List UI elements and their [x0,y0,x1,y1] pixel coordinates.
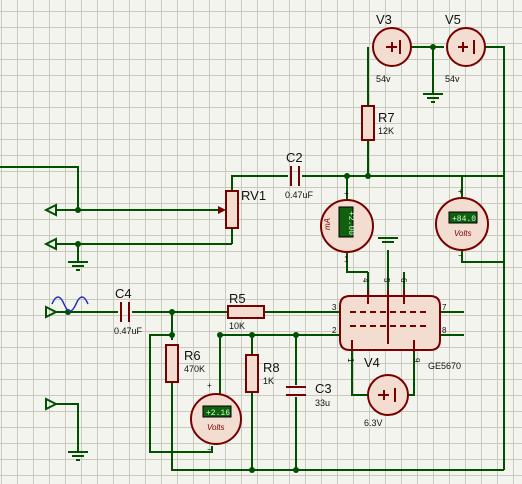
tube-ge5670[interactable]: 3 7 2 8 4 5 6 1 9 GE5670 [332,278,461,371]
v5-value: 54v [445,74,460,84]
source-v3[interactable]: V3 54v [372,12,412,84]
input-terminal-2 [43,237,57,251]
c4-value: 0.47uF [114,326,143,336]
sine-wave-icon [51,296,89,312]
resistor-r5[interactable]: R5 10K [227,291,265,331]
c3-label: C3 [315,381,332,396]
input-terminals[interactable] [43,203,59,411]
potentiometer-rv1[interactable]: RV1 [218,188,266,229]
r5-label: R5 [229,291,246,306]
voltmeter-cathode-minus: − [207,445,212,454]
v3-value: 54v [376,74,391,84]
ammeter-unit: mA [323,218,332,230]
ground-icon [68,451,88,461]
resistor-r7[interactable]: R7 12K [361,105,395,141]
v3-label: V3 [376,12,392,27]
resistor-r8[interactable]: R8 1K [245,354,280,393]
c2-label: C2 [286,150,303,165]
voltmeter-cathode-reading: +2.16 [206,409,230,418]
r7-value: 12K [378,126,394,136]
voltmeter-cathode[interactable]: +2.16 Volts + − [190,381,242,454]
source-v4[interactable]: V4 6.3V [364,355,409,428]
c2-value: 0.47uF [285,190,314,200]
tube-pin-1: 1 [346,358,355,363]
tube-pin-6: 6 [399,278,408,283]
input-terminal-4 [45,397,59,411]
voltmeter-plate[interactable]: +84.0 Volts + − [435,187,489,260]
voltmeter-plate-minus: − [458,251,463,260]
v4-value: 6.3V [364,418,383,428]
wires [0,46,505,471]
capacitor-c3[interactable]: C3 33u [286,381,332,408]
tube-pin-7: 7 [442,303,447,312]
c3-value: 33u [315,398,330,408]
r6-label: R6 [184,348,201,363]
tube-pin-2: 2 [332,326,337,335]
r8-label: R8 [263,360,280,375]
input-terminal-3 [45,305,59,319]
tube-pin-4: 4 [361,278,370,283]
schematic-canvas[interactable]: V3 54v V5 54v R7 12K C2 0.47uF RV1 +2.00… [0,0,522,484]
resistor-r6[interactable]: R6 470K [165,344,205,383]
ammeter-plus: + [344,189,349,198]
voltmeter-plate-reading: +84.0 [452,215,476,224]
r8-value: 1K [263,376,274,386]
ground-icon [68,261,88,271]
voltmeter-cathode-unit: Volts [207,423,225,432]
ammeter-reading: +2.00 [346,211,355,235]
r5-value: 10K [229,321,245,331]
rv1-label: RV1 [241,188,266,203]
r7-label: R7 [378,110,395,125]
ground-icon [378,237,398,243]
tube-pin-5: 5 [382,278,391,283]
input-terminal-1 [43,203,57,217]
source-v5[interactable]: V5 54v [445,12,486,84]
ammeter-minus: 1 [344,255,349,264]
tube-pin-3: 3 [332,303,337,312]
v5-label: V5 [445,12,461,27]
voltmeter-plate-unit: Volts [454,229,472,238]
tube-label: GE5670 [428,361,461,371]
tube-pin-8: 8 [442,326,447,335]
tube-pin-9: 9 [412,358,421,363]
v4-label: V4 [364,355,380,370]
ammeter[interactable]: +2.00 mA + 1 [320,189,374,264]
voltmeter-plate-plus: + [458,187,463,196]
ground-icon [423,93,443,103]
r6-value: 470K [184,364,205,374]
voltmeter-cathode-plus: + [207,381,212,390]
c4-label: C4 [115,286,132,301]
